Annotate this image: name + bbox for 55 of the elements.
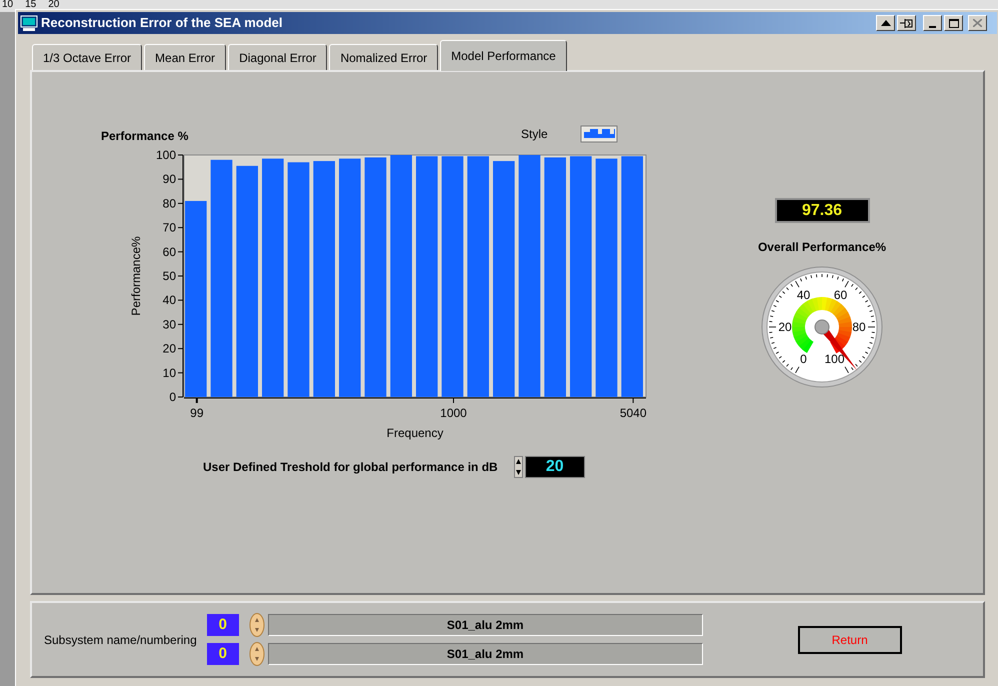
close-icon [973, 19, 982, 27]
tab[interactable]: Model Performance [440, 40, 567, 71]
triangle-icon [880, 20, 890, 26]
ruler-label: 20 [48, 0, 60, 12]
x-axis-title: Frequency [386, 426, 444, 440]
gauge-scale-label: 0 [800, 352, 807, 366]
close-button[interactable] [968, 15, 987, 31]
minimize-icon [929, 26, 936, 28]
y-tick-label: 20 [162, 342, 176, 356]
number-field[interactable]: 0 [206, 643, 239, 665]
subsystem-label: Subsystem name/numbering [44, 632, 197, 648]
chart-title: Performance % [101, 129, 188, 143]
ruler-label: 10 [2, 0, 14, 12]
y-axis-title: Performance% [129, 236, 143, 316]
x-tick-label: 1000 [440, 406, 467, 420]
y-tick-label: 100 [156, 148, 176, 162]
maximize-icon [948, 18, 958, 28]
threshold-field[interactable]: 20 [524, 456, 585, 478]
tab[interactable]: Mean Error [144, 44, 226, 70]
y-tick-label: 70 [162, 220, 176, 235]
bar-style-icon[interactable] [580, 126, 618, 142]
y-tick-label: 80 [162, 196, 176, 210]
name-field[interactable]: S01_alu 2mm [268, 614, 703, 636]
performance-display: 97.36 [774, 198, 870, 223]
gauge-scale-label: 100 [824, 352, 845, 366]
app-icon [20, 14, 38, 32]
spinner-icon[interactable] [514, 456, 523, 478]
overall-performance-label: Overall Performance% [758, 239, 886, 256]
gauge-scale-label: 40 [796, 288, 810, 302]
gauge-scale-label: 60 [834, 288, 848, 302]
ruler-label: 15 [25, 0, 36, 12]
number-field[interactable]: 0 [206, 614, 239, 636]
threshold-label: User Defined Treshold for global performance in dB [203, 459, 498, 476]
tab[interactable]: 1/3 Octave Error [32, 44, 142, 70]
x-tick-label: 5040 [620, 406, 647, 420]
scroll-up-button[interactable] [876, 15, 895, 31]
y-tick-label: 40 [162, 293, 176, 308]
tab[interactable]: Nomalized Error [329, 44, 438, 70]
window-title: Reconstruction Error of the SEA model [41, 14, 282, 32]
y-tick-label: 0 [169, 390, 176, 404]
gauge-scale-label: 80 [852, 320, 866, 334]
y-tick-label: 10 [162, 366, 176, 380]
y-tick-label: 90 [162, 172, 176, 186]
pin-button[interactable] [897, 15, 916, 31]
y-tick-label: 50 [162, 269, 176, 283]
x-tick-label: 99 [190, 406, 204, 420]
tab[interactable]: Diagonal Error [228, 44, 328, 70]
minimize-button[interactable] [923, 15, 942, 31]
pin-icon [900, 18, 913, 28]
y-tick-label: 30 [162, 317, 176, 332]
name-field[interactable]: S01_alu 2mm [268, 643, 703, 665]
maximize-button[interactable] [944, 15, 963, 31]
style-label: Style [521, 127, 548, 141]
gauge-scale-label: 20 [778, 320, 792, 334]
y-tick-label: 60 [162, 244, 176, 259]
